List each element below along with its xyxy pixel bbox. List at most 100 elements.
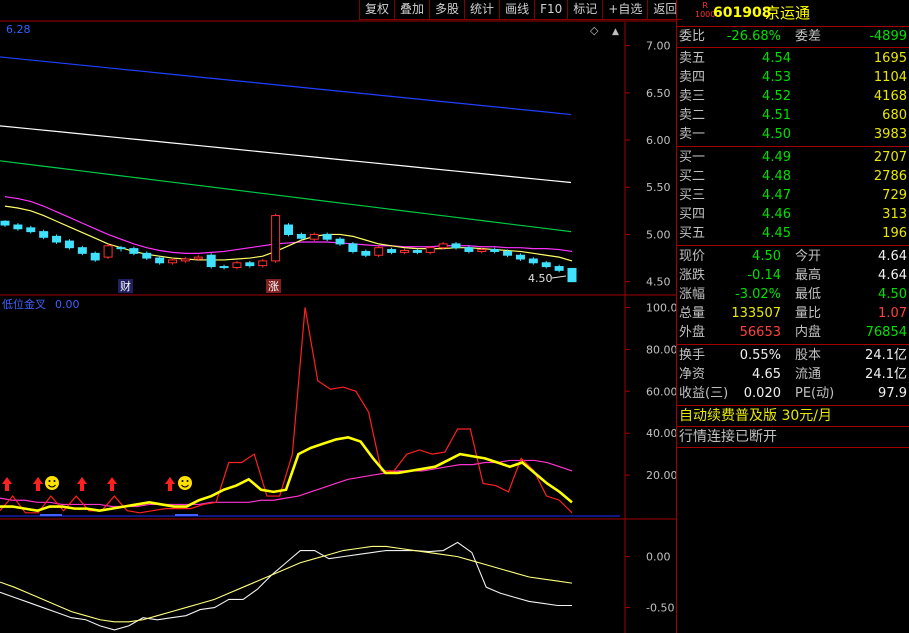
stat-value: 76854 — [865, 325, 907, 340]
buy-row[interactable]: 买三 4.47 729 — [677, 186, 909, 205]
candle-body — [39, 231, 49, 238]
promo-price: 30元/月 — [781, 408, 832, 424]
toolbar-button-0[interactable]: 复权 — [359, 0, 395, 20]
buy-row[interactable]: 买五 4.45 196 — [677, 224, 909, 243]
stat-label: 内盘 — [795, 325, 822, 340]
toolbar-button-1[interactable]: 叠加 — [394, 0, 430, 20]
candle-body — [361, 250, 371, 256]
up-arrow-icon — [33, 477, 43, 491]
buy-price: 4.48 — [762, 169, 791, 184]
sell-price: 4.51 — [762, 108, 791, 123]
candle-body — [64, 240, 74, 249]
candle-body — [206, 254, 216, 268]
candle-body — [103, 245, 113, 258]
candle-body — [155, 257, 165, 264]
event-marker-zhang[interactable]: 涨 — [266, 279, 281, 293]
candle-body — [116, 247, 126, 250]
candle-body — [284, 224, 293, 235]
up-arrow-icon — [165, 477, 175, 491]
stat-label: 最低 — [795, 287, 822, 302]
connection-status: 行情连接已断开 — [677, 427, 909, 448]
diamond-icon[interactable]: ◇ — [590, 24, 599, 37]
candle-body — [180, 258, 190, 262]
stat-value: 0.55% — [739, 348, 781, 363]
stat-row: 总量 133507 量比 1.07 — [677, 304, 909, 323]
buy-label: 买二 — [679, 169, 706, 184]
stock-code[interactable]: 601908 — [713, 0, 771, 26]
osc-yellow-line — [0, 545, 573, 623]
sell-row[interactable]: 卖五 4.54 1695 — [677, 49, 909, 68]
candle-body — [296, 233, 306, 239]
stat-label: 净资 — [679, 367, 706, 382]
toolbar-button-7[interactable]: +自选 — [602, 0, 648, 20]
sell-row[interactable]: 卖四 4.53 1104 — [677, 68, 909, 87]
stat-label: 量比 — [795, 306, 822, 321]
indicator-tick-label: 60.00 — [646, 385, 676, 398]
buy-price: 4.45 — [762, 226, 791, 241]
up-arrow-icon — [2, 477, 12, 491]
chart-frames — [0, 20, 676, 633]
stat-label: 涨跌 — [679, 268, 706, 283]
stat-value: 0.020 — [743, 386, 781, 401]
stat-row: 换手 0.55% 股本 24.1亿 — [677, 346, 909, 365]
candle-body — [322, 233, 332, 240]
stat-value: 133507 — [731, 306, 781, 321]
toolbar-button-6[interactable]: 标记 — [567, 0, 603, 20]
sell-row[interactable]: 卖三 4.52 4168 — [677, 87, 909, 106]
promo-bar[interactable]: 自动续费普及版 30元/月 — [677, 406, 909, 427]
candle-body — [168, 259, 178, 264]
candle-body — [541, 262, 551, 268]
toolbar-button-2[interactable]: 多股 — [429, 0, 465, 20]
indicator-red-line — [0, 307, 573, 514]
buy-volume: 2786 — [873, 169, 907, 184]
scroll-up-icon[interactable]: ▲ — [612, 27, 619, 37]
candle-body — [232, 262, 242, 269]
sell-row[interactable]: 卖二 4.51 680 — [677, 106, 909, 125]
osc-tick-label: 0.00 — [646, 551, 671, 564]
quote-panel: R 1000 601908 京运通 委比 -26.68% 委差 -4899 卖五 4… — [676, 0, 909, 633]
candle-body — [309, 233, 319, 240]
buy-row[interactable]: 买二 4.48 2786 — [677, 167, 909, 186]
toolbar-button-4[interactable]: 画线 — [499, 0, 535, 20]
smiley-icon — [45, 476, 59, 490]
weibi-value: -26.68% — [726, 29, 781, 44]
candle-body — [26, 227, 36, 233]
stat-label: 最高 — [795, 268, 822, 283]
stat-value: -3.02% — [735, 287, 781, 302]
last-price-label: 4.50 — [528, 272, 553, 285]
promo-text: 自动续费普及版 — [679, 408, 777, 424]
oscillator-lines — [0, 541, 573, 631]
stat-label: 现价 — [679, 249, 706, 264]
stat-row: 外盘 56653 内盘 76854 — [677, 323, 909, 342]
candle-body — [503, 250, 513, 256]
indicator-title: 低位金叉 — [2, 297, 46, 311]
buy-row[interactable]: 买四 4.46 313 — [677, 205, 909, 224]
buy-label: 买四 — [679, 207, 706, 222]
price-tick-label: 6.00 — [646, 134, 671, 147]
price-axes: 7.00 6.50 6.00 5.50 5.00 4.50 100.0 80.00 60.00 4… — [625, 40, 676, 615]
toolbar-button-5[interactable]: F10 — [534, 0, 568, 20]
osc-white-line — [0, 541, 572, 631]
price-tick-label: 5.50 — [646, 181, 671, 194]
stat-label: 收益(三) — [679, 386, 729, 401]
kline-chart-area[interactable]: 7.00 6.50 6.00 5.50 5.00 4.50 100.0 80.00 60.00 4… — [0, 0, 676, 633]
indicator-tick-label: 40.00 — [646, 427, 676, 440]
marker-zhang-label: 涨 — [268, 280, 279, 293]
stat-value: 24.1亿 — [865, 348, 907, 363]
stat-row: 涨跌 -0.14 最高 4.64 — [677, 266, 909, 285]
toolbar-button-3[interactable]: 统计 — [464, 0, 500, 20]
stat-row: 涨幅 -3.02% 最低 4.50 — [677, 285, 909, 304]
sell-volume: 4168 — [873, 89, 907, 104]
event-marker-cai[interactable]: 财 — [118, 279, 133, 293]
weicha-label: 委差 — [795, 29, 822, 44]
sell-row[interactable]: 卖一 4.50 3983 — [677, 125, 909, 144]
candle-body — [335, 238, 345, 245]
candle-body — [52, 235, 62, 243]
buy-price: 4.46 — [762, 207, 791, 222]
stat-row: 净资 4.65 流通 24.1亿 — [677, 365, 909, 384]
candle-body — [129, 248, 139, 254]
stock-name[interactable]: 京运通 — [765, 0, 810, 26]
buy-row[interactable]: 买一 4.49 2707 — [677, 148, 909, 167]
buy-label: 买一 — [679, 150, 706, 165]
candle-body — [425, 247, 435, 253]
